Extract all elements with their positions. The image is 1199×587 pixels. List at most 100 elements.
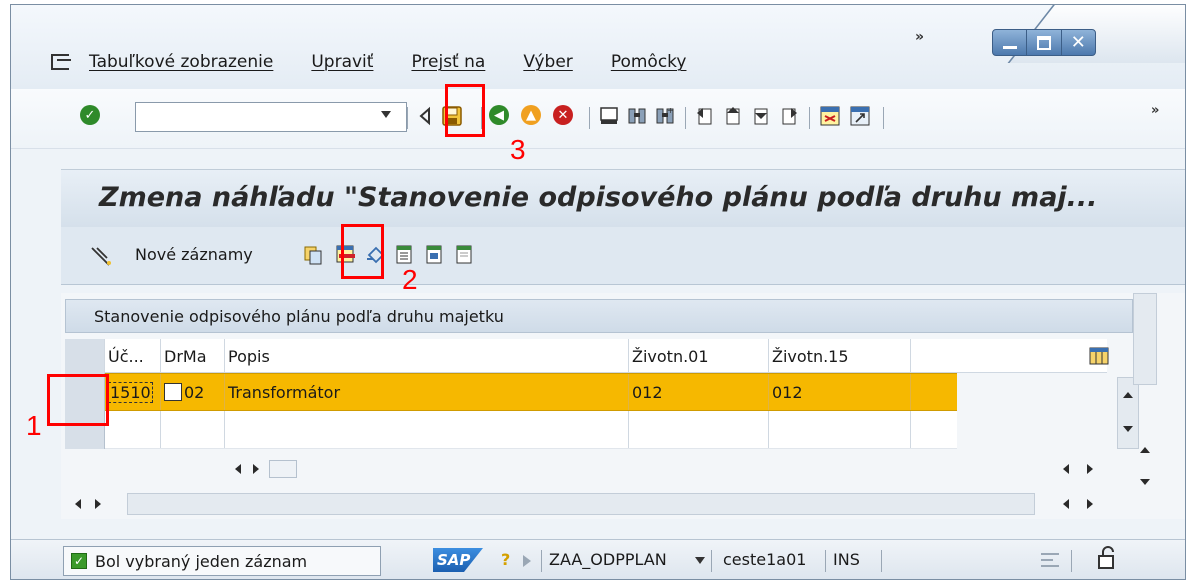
status-divider — [881, 550, 882, 572]
screen-scroll-down-icon[interactable] — [1140, 479, 1150, 485]
scroll-left-icon[interactable] — [75, 499, 81, 509]
back-triangle-icon[interactable] — [415, 105, 435, 127]
toolbar-overflow-icon[interactable]: » — [1151, 103, 1159, 118]
last-page-icon[interactable] — [779, 105, 799, 127]
table-control: Stanovenie odpisového plánu podľa druhu … — [61, 293, 1185, 519]
screen-title-bar: Zmena náhľadu "Stanovenie odpisového plá… — [61, 169, 1185, 227]
close-button[interactable]: ✕ — [1062, 30, 1095, 55]
screen-scroll-left[interactable] — [75, 492, 101, 516]
annotation-label-1: 1 — [26, 410, 42, 441]
exit-icon[interactable]: ▲ — [521, 99, 541, 131]
annotation-label-3: 3 — [510, 134, 526, 165]
success-check-icon: ✓ — [71, 553, 87, 569]
scroll-left-icon[interactable] — [1063, 464, 1069, 474]
status-message-text: Bol vybraný jeden záznam — [95, 551, 308, 571]
command-dropdown-icon[interactable] — [381, 111, 391, 118]
transaction-code[interactable]: ZAA_ODPPLAN — [549, 550, 667, 569]
select-block-icon[interactable] — [425, 244, 445, 266]
cell-zivotn15[interactable]: 012 — [769, 374, 911, 410]
next-page-icon[interactable] — [751, 105, 771, 127]
column-header-drma[interactable]: DrMa — [161, 339, 225, 373]
prev-page-icon[interactable] — [723, 105, 743, 127]
cell-uc[interactable]: 1510 — [105, 374, 161, 410]
transaction-dropdown-icon[interactable] — [695, 557, 705, 564]
table-caption: Stanovenie odpisového plánu podľa druhu … — [65, 299, 1133, 333]
scroll-right-icon[interactable] — [1087, 499, 1093, 509]
menu-table-view[interactable]: Tabuľkové zobrazenie — [89, 52, 273, 72]
table-vertical-scrollbar[interactable] — [1117, 377, 1139, 449]
scroll-right-icon[interactable] — [95, 499, 101, 509]
back-icon[interactable]: ◀ — [489, 99, 509, 131]
cell-drma[interactable]: 02 — [161, 374, 225, 410]
status-message[interactable]: ✓ Bol vybraný jeden záznam — [63, 546, 381, 576]
menu-edit[interactable]: Upraviť — [311, 52, 373, 72]
scroll-grip[interactable] — [269, 460, 297, 478]
menu-selection[interactable]: Výber — [523, 52, 572, 72]
column-header-popis[interactable]: Popis — [225, 339, 629, 373]
scroll-left-icon[interactable] — [1063, 499, 1069, 509]
enter-check-icon[interactable]: ✓ — [77, 99, 103, 131]
annotation-label-2: 2 — [402, 264, 418, 295]
new-session-icon[interactable] — [819, 105, 841, 127]
window-controls: ✕ — [992, 29, 1096, 56]
first-page-icon[interactable] — [695, 105, 715, 127]
scroll-right-icon[interactable] — [1087, 464, 1093, 474]
user-id: ceste1a01 — [723, 550, 807, 569]
scroll-up-icon[interactable] — [1123, 392, 1133, 398]
expand-status-icon[interactable] — [523, 555, 531, 567]
menu-utilities[interactable]: Pomôcky — [611, 52, 687, 72]
screen-scroll-up-icon[interactable] — [1140, 447, 1150, 453]
table-horizontal-scrollbar[interactable] — [235, 457, 297, 481]
cell-popis[interactable] — [225, 411, 629, 448]
table-header: Úč... DrMa Popis Životn.01 Životn.15 — [65, 339, 1109, 373]
cell-uc[interactable] — [105, 411, 161, 448]
annotation-box-delete — [341, 224, 384, 279]
help-icon[interactable]: ? — [501, 550, 510, 569]
glasses-icon[interactable] — [89, 245, 113, 267]
insert-mode[interactable]: INS — [833, 550, 860, 569]
find-icon[interactable] — [627, 105, 647, 127]
cell-popis[interactable]: Transformátor — [225, 374, 629, 410]
scroll-right-icon[interactable] — [253, 464, 259, 474]
lock-icon[interactable] — [1097, 546, 1117, 572]
screen-vertical-scrollbar-thumb[interactable] — [1133, 293, 1157, 385]
layout-icon[interactable] — [1039, 550, 1061, 570]
table-settings-icon[interactable] — [1089, 347, 1109, 365]
table-column-scrollbar[interactable] — [1063, 457, 1093, 481]
status-bar: ✓ Bol vybraný jeden záznam SAP ? ZAA_ODP… — [11, 539, 1185, 579]
deselect-all-icon[interactable] — [455, 244, 475, 266]
cell-zivotn15[interactable] — [769, 411, 911, 448]
copy-icon[interactable] — [164, 383, 182, 401]
cell-drma[interactable] — [161, 411, 225, 448]
menu-overflow-icon[interactable]: » — [915, 29, 924, 45]
shortcut-icon[interactable] — [849, 105, 871, 127]
status-divider — [1071, 550, 1072, 572]
select-all-icon[interactable] — [395, 244, 415, 266]
maximize-button[interactable] — [1027, 30, 1062, 55]
scroll-left-icon[interactable] — [235, 464, 241, 474]
screen-horizontal-scrollbar-track[interactable] — [127, 493, 1035, 515]
status-divider — [711, 550, 712, 572]
minimize-button[interactable] — [993, 30, 1028, 55]
table-caption-text: Stanovenie odpisového plánu podľa druhu … — [94, 307, 504, 326]
system-menu-icon[interactable] — [51, 54, 71, 70]
select-all-rows-cell[interactable] — [65, 339, 105, 373]
cancel-icon[interactable]: ✕ — [553, 99, 573, 131]
cell-zivotn01[interactable]: 012 — [629, 374, 769, 410]
print-icon[interactable] — [599, 105, 619, 127]
menu-bar: Tabuľkové zobrazenie Upraviť Prejsť na V… — [51, 52, 724, 72]
table-row[interactable] — [105, 411, 957, 449]
scroll-down-icon[interactable] — [1123, 426, 1133, 432]
table-row[interactable]: 1510 02 Transformátor 012 012 — [105, 373, 957, 411]
menu-goto[interactable]: Prejsť na — [411, 52, 485, 72]
column-header-zivotn01[interactable]: Životn.01 — [629, 339, 769, 373]
find-next-icon[interactable]: + — [655, 105, 675, 127]
screen-scroll-right[interactable] — [1063, 492, 1093, 516]
status-divider — [541, 550, 542, 572]
column-header-zivotn15[interactable]: Životn.15 — [769, 339, 911, 373]
command-field[interactable] — [135, 102, 407, 132]
cell-zivotn01[interactable] — [629, 411, 769, 448]
copy-as-icon[interactable] — [303, 245, 323, 265]
new-entries-button[interactable]: Nové záznamy — [135, 245, 253, 264]
column-header-uc[interactable]: Úč... — [105, 339, 161, 373]
